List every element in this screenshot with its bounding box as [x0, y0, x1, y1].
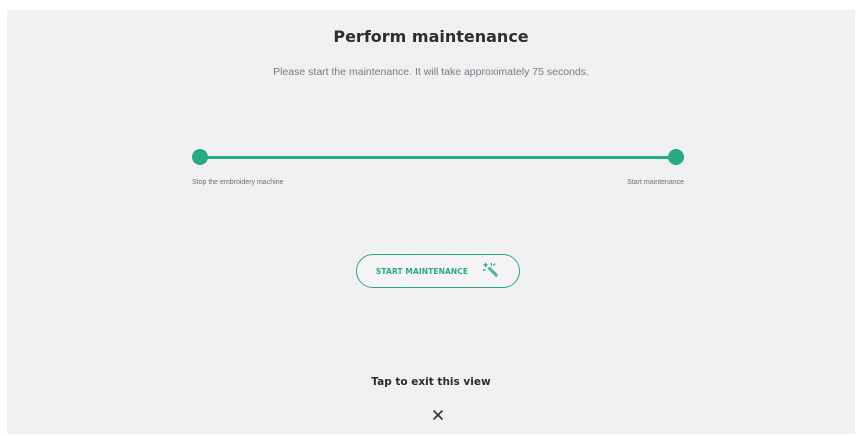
instruction-text: Please start the maintenance. It will ta…: [273, 66, 589, 78]
start-maintenance-label: START MAINTENANCE: [375, 266, 469, 276]
start-maintenance-button[interactable]: START MAINTENANCE: [356, 254, 520, 288]
magic-wand-icon: [482, 262, 499, 278]
step-marker-start-maintenance: [668, 149, 684, 165]
progress-stepper: Stop the embroidery machine Start mainte…: [192, 148, 692, 188]
page-title: Perform maintenance: [333, 27, 529, 46]
step-label-start-maintenance: Start maintenance: [627, 179, 684, 186]
maintenance-panel: Perform maintenance Please start the mai…: [7, 10, 855, 434]
close-icon[interactable]: [431, 408, 445, 422]
step-marker-stop-machine: [192, 149, 208, 165]
step-label-stop-machine: Stop the embroidery machine: [192, 179, 284, 186]
progress-track: [200, 156, 676, 159]
exit-view-label[interactable]: Tap to exit this view: [7, 376, 855, 388]
